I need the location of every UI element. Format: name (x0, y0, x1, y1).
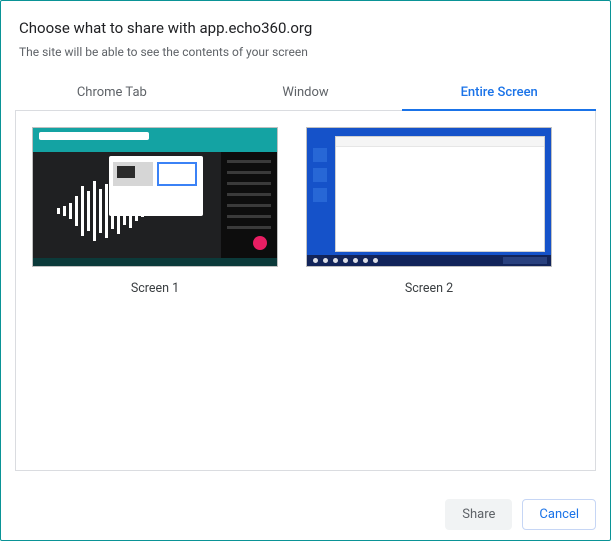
tab-bar: Chrome Tab Window Entire Screen (15, 75, 596, 111)
tab-chrome-tab[interactable]: Chrome Tab (15, 75, 209, 110)
screen-option-1[interactable]: Screen 1 (32, 127, 278, 296)
cancel-button[interactable]: Cancel (522, 499, 596, 530)
share-button[interactable]: Share (445, 499, 512, 530)
dialog-subtitle: The site will be able to see the content… (19, 45, 592, 59)
tab-window[interactable]: Window (209, 75, 403, 110)
dialog-title: Choose what to share with app.echo360.or… (19, 19, 592, 37)
screen-1-thumbnail (32, 127, 278, 267)
dialog-header: Choose what to share with app.echo360.or… (1, 1, 610, 65)
screen-list: Screen 1 Screen 2 (15, 111, 596, 471)
dialog-footer: Share Cancel (445, 499, 596, 530)
screen-1-label: Screen 1 (131, 281, 179, 296)
screen-2-label: Screen 2 (405, 281, 453, 296)
screen-2-thumbnail (306, 127, 552, 267)
screen-option-2[interactable]: Screen 2 (306, 127, 552, 296)
tab-entire-screen[interactable]: Entire Screen (402, 75, 596, 110)
share-dialog: Choose what to share with app.echo360.or… (0, 0, 611, 541)
